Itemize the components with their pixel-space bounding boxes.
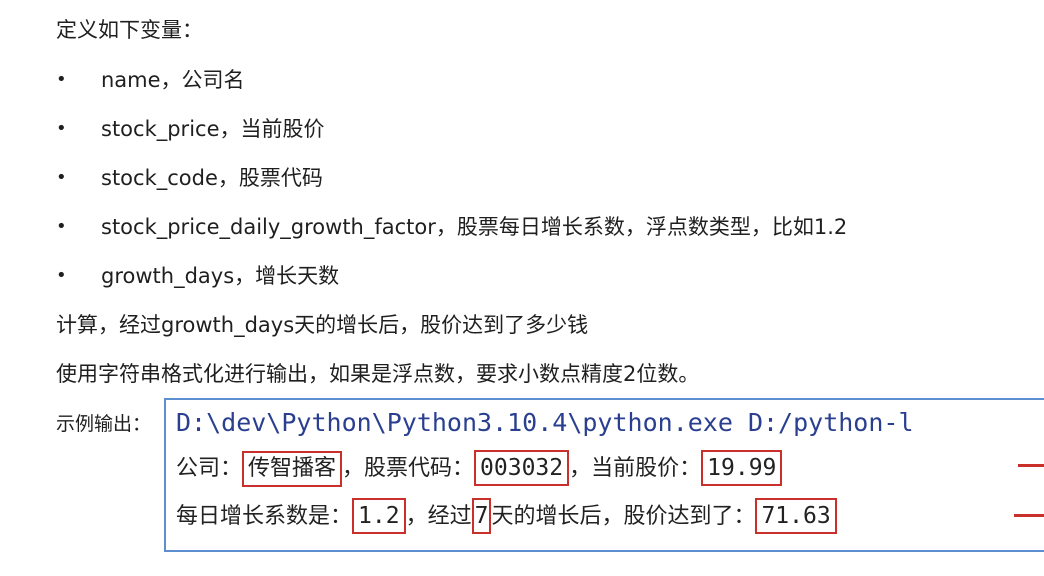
bullet-icon: • [56,118,67,139]
console-output-line-2: 每日增长系数是： 1.2 ，经过 7 天的增长后，股价达到了： 71.63 [176,498,837,536]
annotation-arrow-line [1014,514,1044,517]
final-price-highlight: 71.63 [755,498,837,534]
price-label: ，当前股价： [569,456,702,481]
list-item: • stock_price，当前股价 [56,115,847,164]
annotation-arrow-line [1018,464,1044,467]
list-item: • stock_code，股票代码 [56,164,847,213]
company-value-highlight: 传智播客 [242,451,343,487]
console-command-line: D:\dev\Python\Python3.10.4\python.exe D:… [176,408,914,437]
list-item-text: name，公司名 [101,68,245,92]
bullet-icon: • [56,69,67,90]
stock-price-highlight: 19.99 [701,450,783,486]
format-paragraph: 使用字符串格式化进行输出，如果是浮点数，要求小数点精度2位数。 [56,362,700,386]
list-item: • name，公司名 [56,66,847,115]
stock-code-highlight: 003032 [474,450,570,486]
console-output-line-1: 公司： 传智播客 ，股票代码： 003032 ，当前股价： 19.99 [176,450,783,488]
bullet-icon: • [56,265,67,286]
bullet-icon: • [56,167,67,188]
example-output-label: 示例输出： [56,413,152,435]
bullet-icon: • [56,216,67,237]
task-paragraph: 计算，经过growth_days天的增长后，股价达到了多少钱 [56,313,589,337]
console-output-panel: D:\dev\Python\Python3.10.4\python.exe D:… [164,398,1044,552]
code-label: ，股票代码： [342,456,475,481]
list-item-text: stock_price，当前股价 [101,117,325,141]
section-heading: 定义如下变量： [56,18,203,42]
growth-days-highlight: 7 [471,498,492,534]
list-item-text: stock_code，股票代码 [101,166,323,190]
result-label: 天的增长后，股价达到了： [491,504,756,529]
list-item-text: stock_price_daily_growth_factor，股票每日增长系数… [101,215,848,239]
growth-factor-highlight: 1.2 [352,498,406,534]
list-item: • stock_price_daily_growth_factor，股票每日增长系… [56,213,847,262]
days-label-prefix: ，经过 [405,504,472,529]
list-item: • growth_days，增长天数 [56,262,847,311]
variable-list: • name，公司名 • stock_price，当前股价 • stock_code，… [56,66,847,311]
factor-label: 每日增长系数是： [176,504,353,529]
company-label: 公司： [176,456,243,481]
list-item-text: growth_days，增长天数 [101,264,340,288]
